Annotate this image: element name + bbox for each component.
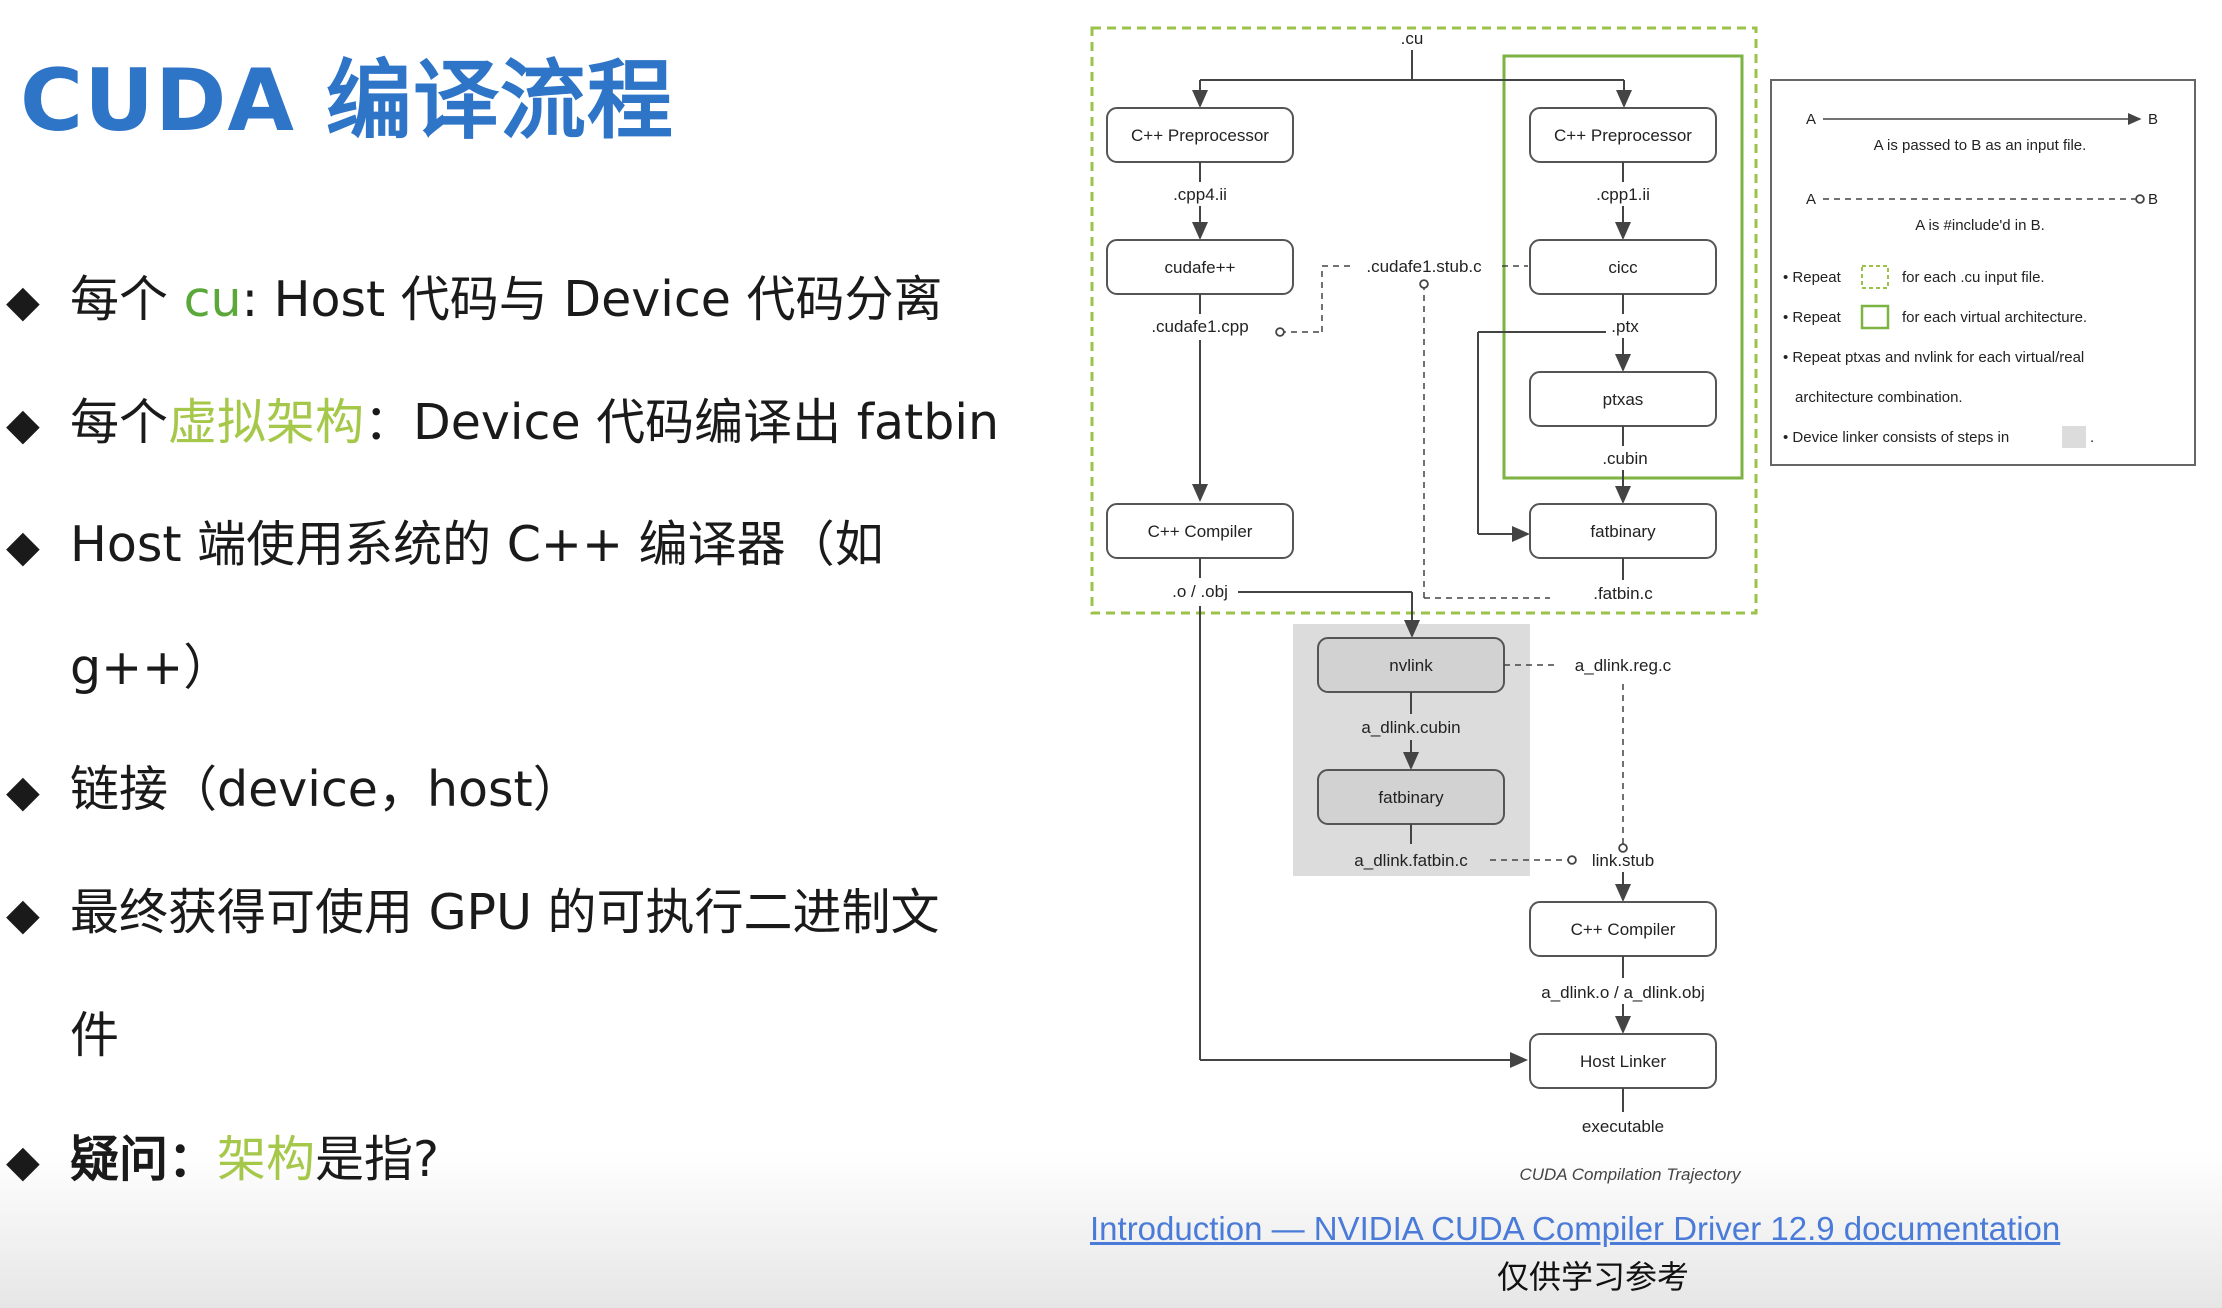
svg-text:Host Linker: Host Linker — [1580, 1052, 1666, 1071]
label-dlink-reg: a_dlink.reg.c — [1575, 656, 1672, 675]
legend-grey-swatch — [2062, 426, 2086, 448]
legend-repeat3-line1: • Repeat ptxas and nvlink for each virtu… — [1783, 349, 2084, 366]
svg-text:fatbinary: fatbinary — [1378, 788, 1444, 807]
svg-text:nvlink: nvlink — [1389, 656, 1433, 675]
bullet-text: ：Device 代码编译出 fatbin — [364, 394, 1000, 451]
label-dlink-cubin: a_dlink.cubin — [1361, 718, 1460, 737]
label-cpp4: .cpp4.ii — [1173, 185, 1227, 204]
svg-text:C++ Compiler: C++ Compiler — [1148, 522, 1253, 541]
node-nvlink: nvlink — [1317, 637, 1505, 693]
svg-text:C++ Preprocessor: C++ Preprocessor — [1554, 126, 1692, 145]
svg-text:C++ Compiler: C++ Compiler — [1571, 920, 1676, 939]
bullet-virtual-arch: ◆ 每个虚拟架构：Device 代码编译出 fatbin — [6, 393, 999, 455]
legend: A B A is passed to B as an input file. A… — [1770, 79, 2196, 466]
node-cpp-preprocessor-left: C++ Preprocessor — [1106, 107, 1294, 163]
diamond-bullet-icon: ◆ — [6, 399, 40, 450]
page-title: CUDA 编译流程 — [20, 51, 674, 151]
bullet-highlight: cu — [183, 271, 242, 328]
node-cpp-compiler-left: C++ Compiler — [1106, 503, 1294, 559]
legend-b1: B — [2148, 111, 2158, 128]
label-link-stub: link.stub — [1592, 851, 1654, 870]
legend-a1: A — [1806, 111, 1816, 128]
legend-desc2: A is #include'd in B. — [1915, 217, 2045, 234]
legend-repeat1-post: for each .cu input file. — [1902, 269, 2045, 286]
bullet-text: 是指? — [315, 1131, 440, 1188]
node-cpp-compiler-right: C++ Compiler — [1529, 901, 1717, 957]
label-stub-c: .cudafe1.stub.c — [1366, 257, 1482, 276]
legend-repeat2-pre: • Repeat — [1783, 309, 1842, 326]
legend-repeat3-line2: architecture combination. — [1795, 389, 1963, 406]
label-executable: executable — [1582, 1117, 1664, 1136]
node-cpp-preprocessor-right: C++ Preprocessor — [1529, 107, 1717, 163]
label-fatbin-c: .fatbin.c — [1593, 584, 1653, 603]
diamond-bullet-icon: ◆ — [6, 276, 40, 327]
diagram-caption: CUDA Compilation Trajectory — [1519, 1165, 1742, 1184]
footer-note: 仅供学习参考 — [1497, 1258, 1690, 1296]
bullet-text: 每个 — [70, 271, 184, 328]
label-cpp1: .cpp1.ii — [1596, 185, 1650, 204]
bullet-link: ◆ 链接（device，host） — [6, 760, 582, 822]
bullet-question: ◆ 疑问：架构是指? — [6, 1130, 439, 1192]
bullet-text: 件 — [70, 1007, 120, 1064]
cuda-compilation-diagram: .cu C++ Preprocessor .cpp4.ii cudafe++ .… — [1090, 26, 2196, 1184]
bullet-cu-separation: ◆ 每个 cu: Host 代码与 Device 代码分离 — [6, 270, 943, 332]
label-ptx: .ptx — [1611, 317, 1639, 336]
node-cudafe: cudafe++ — [1106, 239, 1294, 295]
legend-b2: B — [2148, 191, 2158, 208]
svg-text:ptxas: ptxas — [1603, 390, 1644, 409]
bullet-host-compiler: ◆ Host 端使用系统的 C++ 编译器（如 — [6, 515, 884, 577]
node-ptxas: ptxas — [1529, 371, 1717, 427]
legend-a2: A — [1806, 191, 1816, 208]
legend-device-linker: • Device linker consists of steps in — [1783, 429, 2009, 446]
node-cicc: cicc — [1529, 239, 1717, 295]
diamond-bullet-icon: ◆ — [6, 766, 40, 817]
label-cubin: .cubin — [1602, 449, 1647, 468]
svg-text:fatbinary: fatbinary — [1590, 522, 1656, 541]
diamond-bullet-icon: ◆ — [6, 1136, 40, 1187]
bullet-text: : Host 代码与 Device 代码分离 — [241, 271, 943, 328]
bullet-executable: ◆ 最终获得可使用 GPU 的可执行二进制文 — [6, 883, 940, 945]
bullet-host-compiler-cont: g++） — [6, 638, 232, 698]
label-cudafe1-cpp: .cudafe1.cpp — [1151, 317, 1248, 336]
node-host-linker: Host Linker — [1529, 1033, 1717, 1089]
label-cu: .cu — [1401, 29, 1424, 48]
node-fatbinary-dlink: fatbinary — [1317, 769, 1505, 825]
bullet-text: 疑问： — [70, 1131, 218, 1188]
bullet-text: 每个 — [70, 394, 169, 451]
bullet-text: 最终获得可使用 GPU 的可执行二进制文 — [70, 884, 940, 941]
label-dlink-fatbin: a_dlink.fatbin.c — [1354, 851, 1468, 870]
legend-period: . — [2090, 429, 2094, 446]
diamond-bullet-icon: ◆ — [6, 521, 40, 572]
legend-desc1: A is passed to B as an input file. — [1874, 137, 2087, 154]
bullet-highlight: 虚拟架构 — [168, 394, 365, 451]
label-dlink-obj: a_dlink.o / a_dlink.obj — [1541, 983, 1705, 1002]
legend-repeat1-pre: • Repeat — [1783, 269, 1842, 286]
bullet-text: 链接（device，host） — [70, 761, 582, 818]
diamond-bullet-icon: ◆ — [6, 889, 40, 940]
documentation-link[interactable]: Introduction — NVIDIA CUDA Compiler Driv… — [1090, 1210, 2060, 1248]
svg-text:C++ Preprocessor: C++ Preprocessor — [1131, 126, 1269, 145]
legend-repeat2-post: for each virtual architecture. — [1902, 309, 2087, 326]
node-fatbinary: fatbinary — [1529, 503, 1717, 559]
bullet-text: Host 端使用系统的 C++ 编译器（如 — [70, 516, 884, 573]
label-obj: .o / .obj — [1172, 582, 1228, 601]
bullet-executable-cont: 件 — [6, 1006, 119, 1066]
svg-text:cudafe++: cudafe++ — [1165, 258, 1236, 277]
bullet-text: g++） — [70, 639, 233, 696]
svg-text:cicc: cicc — [1608, 258, 1638, 277]
bullet-highlight: 架构 — [217, 1131, 316, 1188]
